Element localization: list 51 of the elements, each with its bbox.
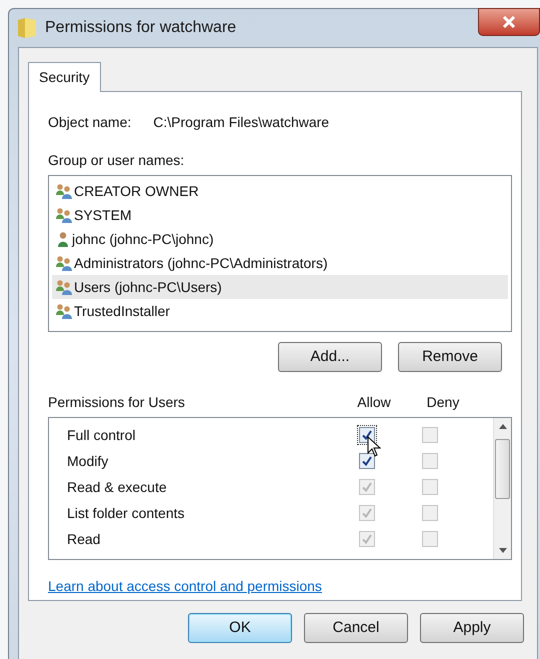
user-icon: [55, 231, 71, 247]
users-icon: [55, 207, 73, 223]
allow-header: Allow: [356, 393, 392, 412]
permissions-label: Permissions for Users: [48, 393, 186, 412]
ok-button[interactable]: OK: [188, 613, 292, 643]
list-item-text: CREATOR OWNER: [74, 182, 199, 200]
check-mark-icon: [361, 533, 373, 545]
users-icon: [55, 303, 73, 319]
check-mark-icon: [361, 455, 373, 467]
group-list-label: Group or user names:: [48, 151, 186, 170]
dialog-button[interactable]: Cancel: [304, 613, 408, 643]
list-item-text: SYSTEM: [74, 206, 132, 224]
list-item[interactable]: johnc (johnc-PC\johnc): [52, 227, 508, 251]
list-button[interactable]: Add...: [278, 342, 382, 372]
scroll-down-icon[interactable]: [498, 548, 506, 553]
checkbox[interactable]: [359, 427, 375, 443]
users-icon: [55, 255, 73, 271]
users-icon: [55, 279, 73, 295]
deny-header: Deny: [426, 393, 460, 412]
permission-name: Read: [66, 530, 102, 548]
folder-icon: [17, 17, 37, 39]
check-mark-icon: [361, 481, 373, 493]
object-name-label: Object name:: [48, 113, 132, 132]
permission-name: Full control: [66, 426, 136, 444]
permission-name: Modify: [66, 452, 110, 471]
object-name-value: C:\Program Files\watchware: [153, 113, 330, 132]
users-icon: [55, 183, 73, 199]
list-item[interactable]: Users (johnc-PC\Users): [52, 275, 508, 299]
dialog-button[interactable]: Apply: [420, 613, 524, 643]
list-button[interactable]: Remove: [398, 342, 502, 372]
tab[interactable]: Security: [28, 62, 101, 92]
list-item[interactable]: Administrators (johnc-PC\Administrators): [52, 251, 508, 275]
list-item-text: Administrators (johnc-PC\Administrators): [74, 254, 328, 273]
permission-name: Read & execute: [66, 478, 168, 496]
permission-name: List folder contents: [66, 504, 186, 522]
list-item-text: johnc (johnc-PC\johnc): [72, 230, 214, 249]
window-title: Permissions for watchware: [45, 18, 236, 38]
list-item[interactable]: CREATOR OWNER: [52, 179, 508, 203]
help-link[interactable]: Learn about access control and permissions: [48, 576, 322, 597]
check-mark-icon: [361, 429, 373, 441]
list-item-text: TrustedInstaller: [74, 302, 170, 320]
close-button[interactable]: [478, 8, 540, 36]
close-icon: [502, 16, 516, 28]
scroll-thumb[interactable]: [495, 438, 510, 498]
list-item[interactable]: TrustedInstaller: [52, 299, 508, 323]
list-item-text: Users (johnc-PC\Users): [74, 278, 222, 297]
checkbox[interactable]: [359, 453, 375, 469]
list-item[interactable]: SYSTEM: [52, 203, 508, 227]
check-mark-icon: [361, 507, 373, 519]
scroll-up-icon[interactable]: [498, 424, 506, 429]
cursor-icon: [367, 436, 381, 458]
